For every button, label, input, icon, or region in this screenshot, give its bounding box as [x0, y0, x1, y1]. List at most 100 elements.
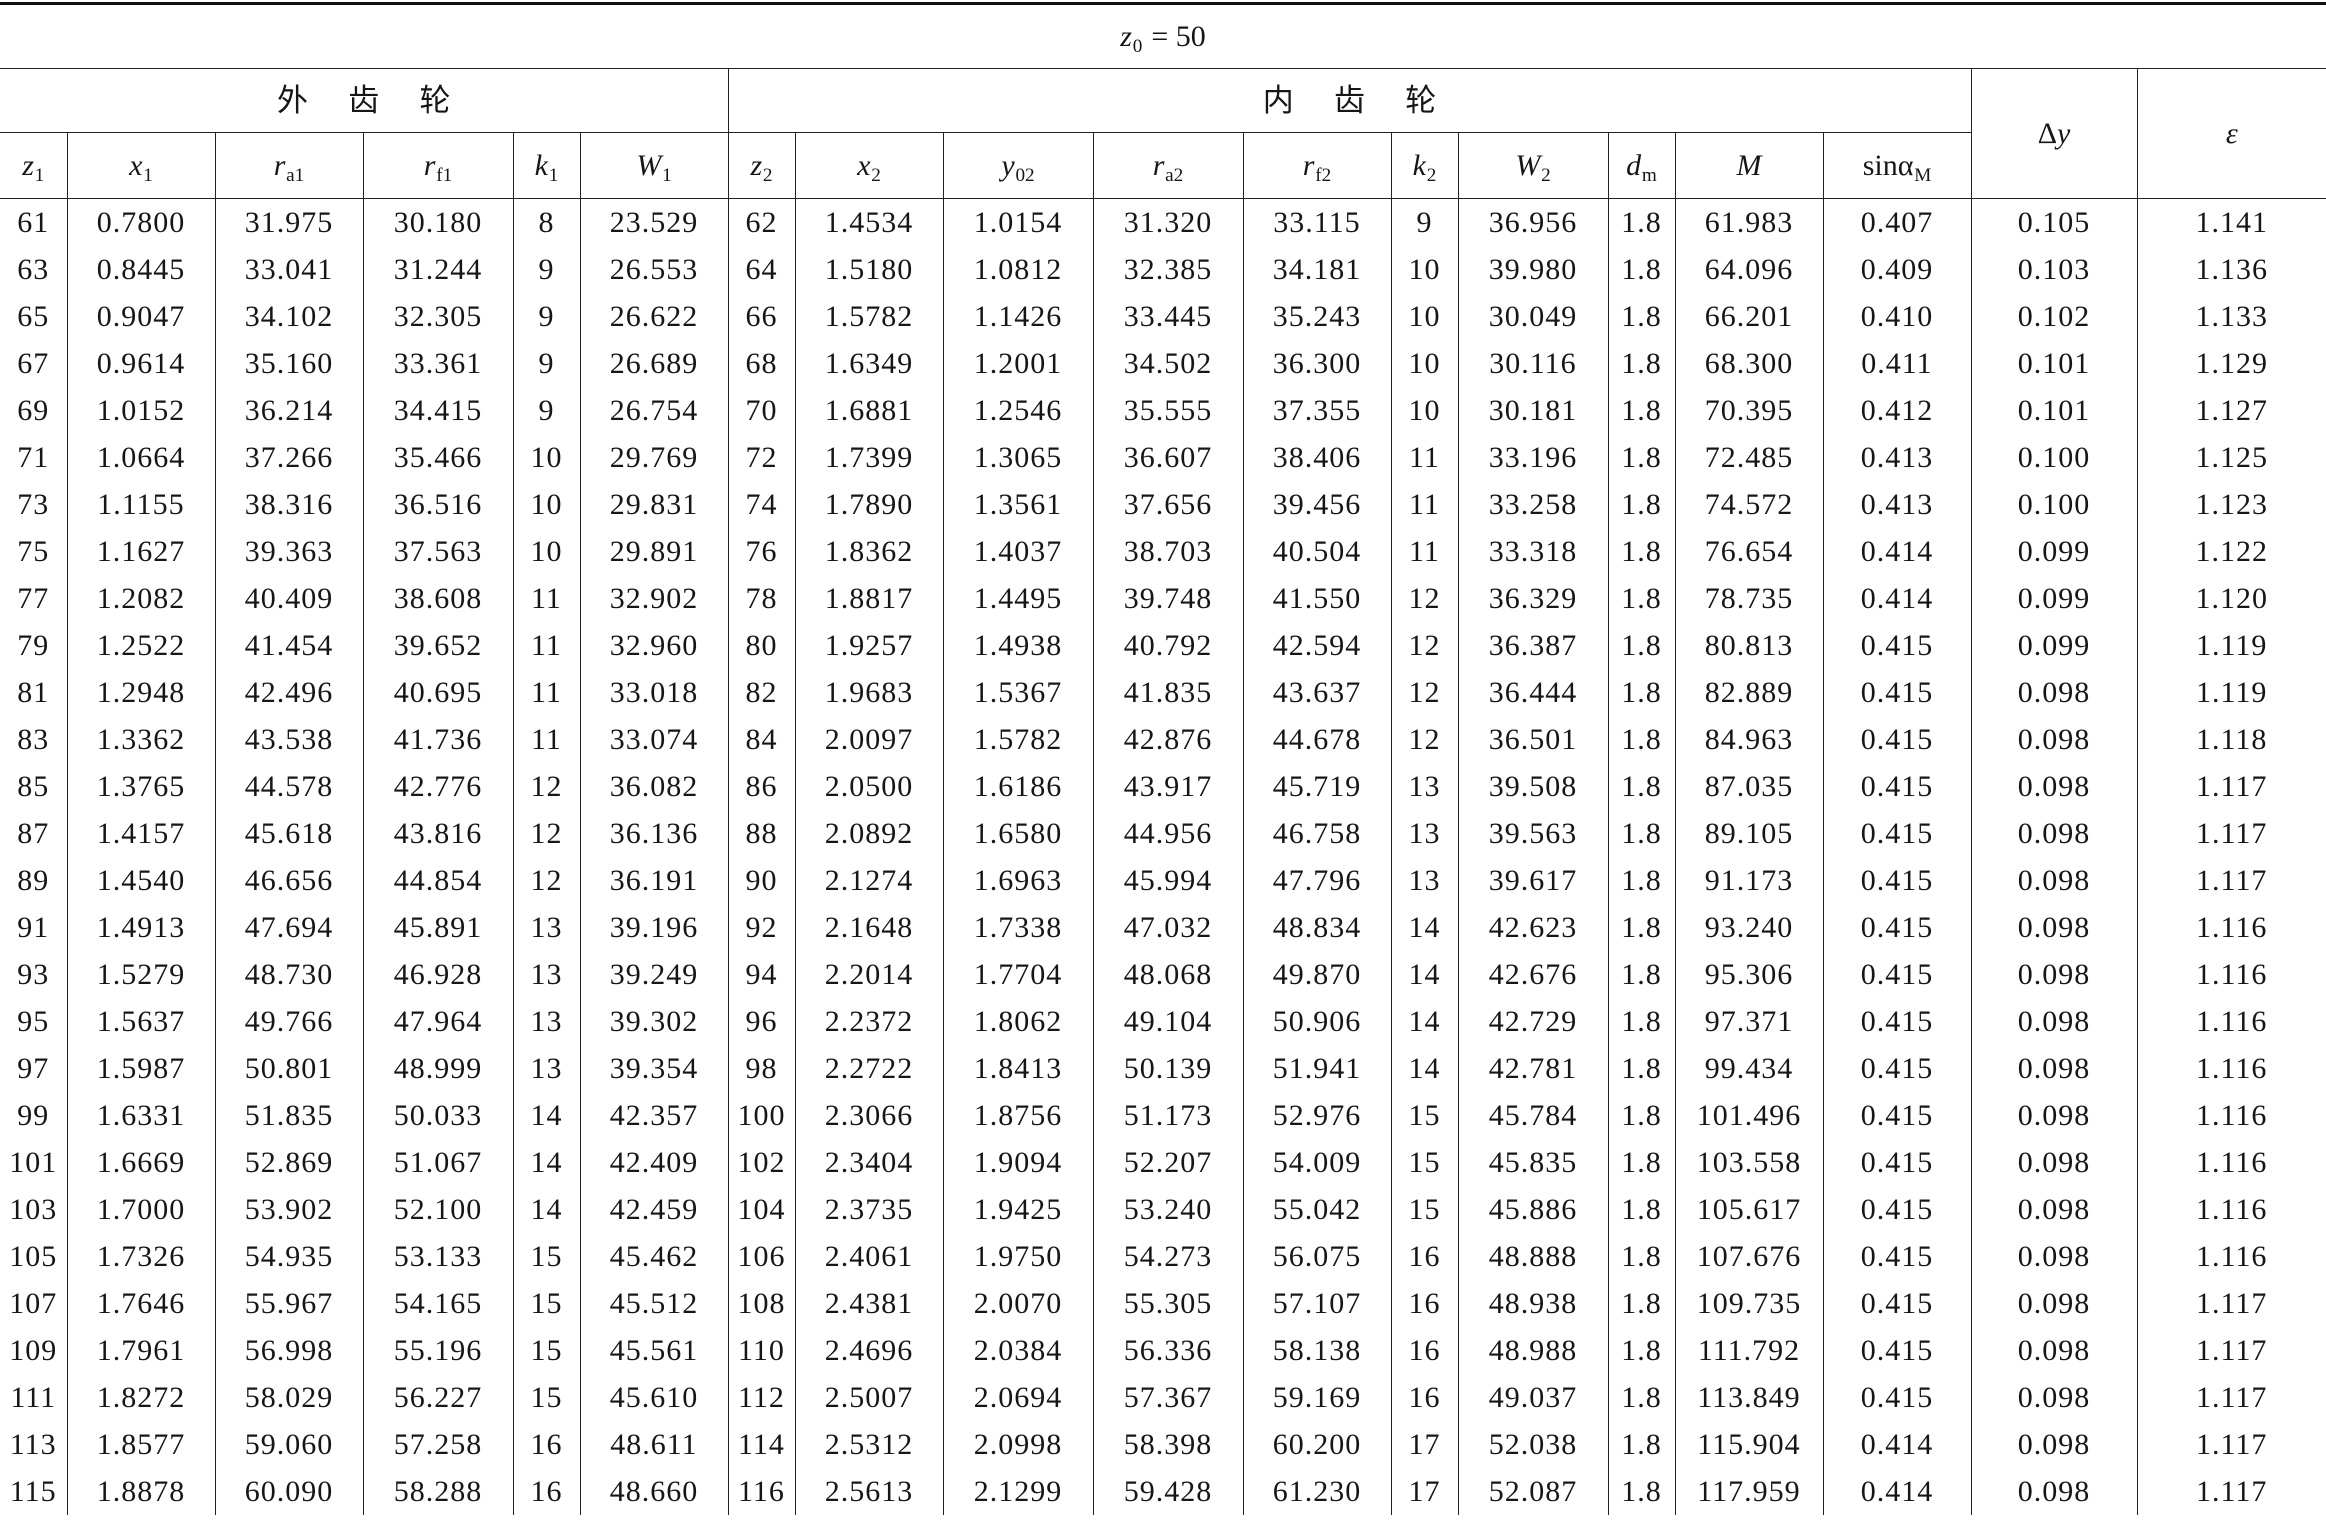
cell-delta-y: 0.098: [1970, 998, 2138, 1045]
cell-ra2: 38.703: [1092, 528, 1244, 575]
cell-ra1: 34.102: [214, 293, 364, 340]
cell-epsilon: 1.116: [2136, 1092, 2326, 1139]
cell-z2: 66: [727, 293, 796, 340]
header-subscript: a2: [1165, 164, 1184, 186]
cell-delta-y: 0.099: [1970, 575, 2138, 622]
header-epsilon: ε: [2137, 68, 2326, 199]
cell-y02: 1.8413: [942, 1045, 1094, 1092]
cell-epsilon: 1.127: [2136, 387, 2326, 434]
cell-x2: 1.7890: [794, 481, 944, 528]
cell-epsilon: 1.125: [2136, 434, 2326, 481]
header-k1: k1: [512, 132, 581, 199]
header-x2: x2: [794, 132, 944, 199]
cell-W1: 26.622: [579, 293, 729, 340]
cell-epsilon: 1.119: [2136, 622, 2326, 669]
cell-M: 70.395: [1674, 387, 1824, 434]
title-value: = 50: [1151, 19, 1206, 53]
cell-M: 91.173: [1674, 857, 1824, 904]
cell-z1: 77: [0, 575, 68, 622]
cell-sin-alpha-M: 0.414: [1822, 1421, 1972, 1468]
cell-M: 66.201: [1674, 293, 1824, 340]
table-row: 115 1.8878 60.090 58.288 16 48.660 116 2.5613 2.…: [0, 1468, 2326, 1515]
cell-sin-alpha-M: 0.407: [1822, 198, 1972, 246]
cell-y02: 1.6580: [942, 810, 1094, 857]
cell-rf1: 57.258: [362, 1421, 514, 1468]
cell-rf2: 33.115: [1242, 198, 1392, 246]
cell-x1: 1.4913: [66, 904, 216, 951]
cell-delta-y: 0.098: [1970, 1280, 2138, 1327]
cell-k2: 16: [1390, 1280, 1459, 1327]
cell-y02: 2.0070: [942, 1280, 1094, 1327]
cell-x1: 0.9614: [66, 340, 216, 387]
cell-x2: 2.5613: [794, 1468, 944, 1515]
cell-z1: 75: [0, 528, 68, 575]
cell-z1: 99: [0, 1092, 68, 1139]
cell-x2: 2.3735: [794, 1186, 944, 1233]
cell-W2: 39.980: [1457, 246, 1609, 293]
cell-x2: 2.0097: [794, 716, 944, 763]
cell-sin-alpha-M: 0.413: [1822, 434, 1972, 481]
cell-ra2: 45.994: [1092, 857, 1244, 904]
cell-W1: 29.891: [579, 528, 729, 575]
cell-epsilon: 1.117: [2136, 810, 2326, 857]
cell-dm: 1.8: [1607, 1186, 1676, 1233]
cell-ra2: 31.320: [1092, 198, 1244, 246]
cell-dm: 1.8: [1607, 951, 1676, 998]
cell-k2: 17: [1390, 1421, 1459, 1468]
cell-k2: 11: [1390, 528, 1459, 575]
header-symbol: d: [1626, 148, 1642, 182]
cell-z1: 103: [0, 1186, 68, 1233]
table-row: 99 1.6331 51.835 50.033 14 42.357 100 2.3066 1.8…: [0, 1092, 2326, 1139]
cell-z2: 68: [727, 340, 796, 387]
cell-sin-alpha-M: 0.414: [1822, 575, 1972, 622]
cell-x2: 2.1274: [794, 857, 944, 904]
cell-z2: 78: [727, 575, 796, 622]
cell-W2: 33.258: [1457, 481, 1609, 528]
header-y02: y02: [942, 132, 1094, 199]
header-symbol: k: [1412, 148, 1426, 182]
cell-k2: 14: [1390, 998, 1459, 1045]
cell-x2: 1.5180: [794, 246, 944, 293]
cell-z2: 86: [727, 763, 796, 810]
cell-rf2: 52.976: [1242, 1092, 1392, 1139]
header-symbol: r: [273, 148, 286, 182]
cell-k1: 16: [512, 1468, 581, 1515]
header-symbol: z: [22, 148, 34, 182]
cell-x2: 2.4696: [794, 1327, 944, 1374]
cell-dm: 1.8: [1607, 434, 1676, 481]
cell-k1: 14: [512, 1092, 581, 1139]
cell-sin-alpha-M: 0.415: [1822, 1139, 1972, 1186]
cell-delta-y: 0.098: [1970, 1045, 2138, 1092]
cell-sin-alpha-M: 0.415: [1822, 622, 1972, 669]
cell-sin-alpha-M: 0.415: [1822, 857, 1972, 904]
cell-W1: 39.196: [579, 904, 729, 951]
cell-rf2: 54.009: [1242, 1139, 1392, 1186]
cell-dm: 1.8: [1607, 622, 1676, 669]
cell-z1: 69: [0, 387, 68, 434]
cell-rf2: 34.181: [1242, 246, 1392, 293]
cell-delta-y: 0.098: [1970, 669, 2138, 716]
group-header-external-gear: 外齿轮: [0, 68, 729, 133]
cell-x1: 1.0152: [66, 387, 216, 434]
cell-x1: 1.7000: [66, 1186, 216, 1233]
cell-M: 78.735: [1674, 575, 1824, 622]
cell-k2: 14: [1390, 951, 1459, 998]
cell-dm: 1.8: [1607, 387, 1676, 434]
cell-delta-y: 0.098: [1970, 763, 2138, 810]
cell-epsilon: 1.123: [2136, 481, 2326, 528]
document-page: z0 = 50 外齿轮 内齿轮 Δy ε z1 x1 ra1 rf1 k1 W1 …: [0, 0, 2326, 1525]
header-rf2: rf2: [1242, 132, 1392, 199]
cell-rf2: 44.678: [1242, 716, 1392, 763]
cell-delta-y: 0.098: [1970, 1092, 2138, 1139]
table-row: 93 1.5279 48.730 46.928 13 39.249 94 2.2014 1.77…: [0, 951, 2326, 998]
cell-sin-alpha-M: 0.409: [1822, 246, 1972, 293]
cell-k1: 16: [512, 1421, 581, 1468]
cell-W2: 33.196: [1457, 434, 1609, 481]
cell-z1: 73: [0, 481, 68, 528]
cell-z2: 116: [727, 1468, 796, 1515]
cell-M: 74.572: [1674, 481, 1824, 528]
cell-x2: 2.2722: [794, 1045, 944, 1092]
cell-x1: 1.5637: [66, 998, 216, 1045]
cell-x2: 2.5007: [794, 1374, 944, 1421]
cell-W2: 52.038: [1457, 1421, 1609, 1468]
